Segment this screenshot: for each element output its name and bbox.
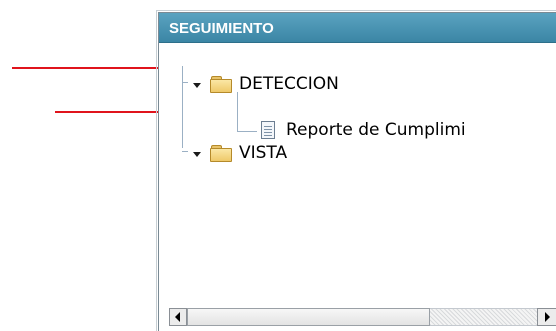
tree-node-label[interactable]: VISTA xyxy=(239,143,287,163)
collapse-toggle-icon[interactable] xyxy=(191,79,203,91)
scroll-left-arrow-icon[interactable] xyxy=(169,308,187,326)
folder-icon xyxy=(210,76,232,93)
tree-node-label[interactable]: DETECCION xyxy=(239,74,339,94)
document-icon xyxy=(261,121,275,139)
tree-connector-line xyxy=(182,151,188,152)
panel-title: SEGUIMIENTO xyxy=(169,20,274,37)
scroll-right-arrow-icon[interactable] xyxy=(537,308,556,326)
tree-connector-line xyxy=(182,66,183,148)
collapse-toggle-icon[interactable] xyxy=(191,148,203,160)
tree-node-label[interactable]: Reporte de Cumplimi xyxy=(286,120,466,140)
tree-view[interactable]: DETECCION Reporte de Cumplimi VISTA xyxy=(159,44,556,300)
panel-header: SEGUIMIENTO xyxy=(159,13,556,43)
tree-connector-line xyxy=(237,92,238,132)
tree-connector-line xyxy=(182,82,188,83)
scrollbar-track-remaining[interactable] xyxy=(430,309,537,325)
annotation-arrow-detection xyxy=(12,62,176,74)
tree-connector-line xyxy=(237,131,257,132)
folder-icon xyxy=(210,145,232,162)
screenshot-stage: SEGUIMIENTO DETECCION Reporte de Cumplim… xyxy=(0,0,556,331)
seguimiento-panel: SEGUIMIENTO DETECCION Reporte de Cumplim… xyxy=(158,12,556,331)
scrollbar-thumb[interactable] xyxy=(187,308,430,326)
horizontal-scrollbar[interactable] xyxy=(159,301,556,331)
